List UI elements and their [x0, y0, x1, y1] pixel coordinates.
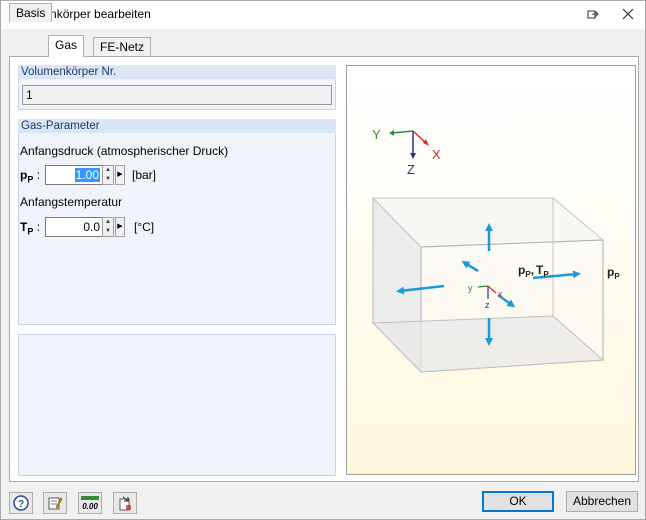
axis-y-head — [389, 130, 394, 136]
units-icon: 0.00 — [81, 496, 99, 511]
cancel-button[interactable]: Abbrechen — [566, 491, 638, 512]
gas-diagram: Y Z X y z x pP, TP pP — [371, 127, 620, 374]
pressure-colon: : — [36, 168, 41, 182]
pressure-symbol: pP : — [20, 168, 40, 184]
axis-y-label: Y — [372, 127, 381, 142]
gas-diagram-preview: Y Z X y z x pP, TP pP — [346, 65, 636, 475]
ok-button[interactable]: OK — [482, 491, 554, 512]
solid-box — [371, 196, 605, 374]
pressure-input[interactable]: 1.00 — [45, 165, 103, 185]
temperature-symbol: TP : — [20, 220, 40, 236]
label-tp-sub: P — [543, 270, 549, 279]
export-button[interactable] — [113, 492, 137, 514]
label-pp-right-sub: P — [614, 272, 620, 281]
axis-x-label: X — [432, 147, 441, 162]
temperature-input[interactable]: 0.0 — [45, 217, 103, 237]
pressure-unit: [bar] — [132, 168, 157, 182]
help-button[interactable]: ? — [9, 492, 33, 514]
axis-x-head — [423, 139, 429, 146]
edit-button[interactable] — [43, 492, 67, 514]
restore-icon[interactable] — [578, 1, 608, 29]
edit-icon — [48, 497, 63, 510]
temperature-label: Anfangstemperatur — [20, 195, 123, 209]
spin-up-icon[interactable]: ▲ — [103, 166, 113, 175]
local-axis-z-label: z — [485, 300, 490, 310]
label-comma: , — [531, 263, 534, 277]
units-button[interactable]: 0.00 — [78, 492, 102, 514]
pressure-label: Anfangsdruck (atmospherischer Druck) — [20, 144, 229, 158]
spin-down-icon[interactable]: ▼ — [103, 227, 113, 236]
close-icon[interactable] — [613, 1, 643, 29]
local-axis-y-label: y — [468, 283, 473, 293]
pressure-menu-arrow-icon[interactable]: ▶ — [115, 165, 125, 185]
local-axis-x-label: x — [498, 289, 503, 299]
spin-up-icon[interactable]: ▲ — [103, 218, 113, 227]
tab-basis-label: Basis — [16, 6, 46, 20]
svg-text:?: ? — [18, 499, 24, 510]
dialog-window: Volumenkörper bearbeiten Basis Gas FE-Ne… — [0, 0, 646, 520]
tab-content: Volumenkörper Nr. 1 Gas-Parameter Anfang… — [9, 56, 639, 482]
gas-parameters-header: Gas-Parameter — [18, 119, 336, 133]
label-pp-right: pP — [607, 265, 620, 281]
temperature-colon: : — [36, 220, 41, 234]
tab-fe-netz-label: FE-Netz — [100, 40, 145, 54]
temperature-value: 0.0 — [83, 220, 100, 234]
pressure-spin-buttons[interactable]: ▲ ▼ — [102, 165, 114, 185]
tab-fe-netz[interactable]: FE-Netz — [93, 37, 152, 56]
title-bar: Volumenkörper bearbeiten — [1, 1, 645, 29]
comment-panel — [18, 334, 336, 476]
temperature-menu-arrow-icon[interactable]: ▶ — [115, 217, 125, 237]
pressure-value: 1.00 — [74, 168, 100, 182]
tab-gas[interactable]: Gas — [48, 35, 85, 57]
help-icon: ? — [13, 495, 29, 511]
label-pp-right-letter: p — [607, 265, 614, 279]
global-axes-icon: Y Z X — [372, 127, 441, 177]
temperature-spin-buttons[interactable]: ▲ ▼ — [102, 217, 114, 237]
tab-gas-label: Gas — [55, 38, 78, 52]
units-icon-text: 0.00 — [82, 502, 98, 511]
label-pp-letter: p — [518, 263, 525, 277]
document-arrow-icon — [119, 496, 131, 511]
solid-number-field: 1 — [22, 85, 332, 105]
solid-number-header: Volumenkörper Nr. — [18, 65, 336, 79]
axis-z-head — [410, 153, 416, 159]
temperature-unit: [°C] — [134, 220, 155, 234]
axis-z-label: Z — [407, 162, 415, 177]
tab-basis[interactable]: Basis — [9, 3, 53, 22]
spin-down-icon[interactable]: ▼ — [103, 175, 113, 184]
axis-y-line — [391, 130, 414, 134]
dialog-footer: ? 0.00 OK Abbrechen — [1, 488, 645, 519]
